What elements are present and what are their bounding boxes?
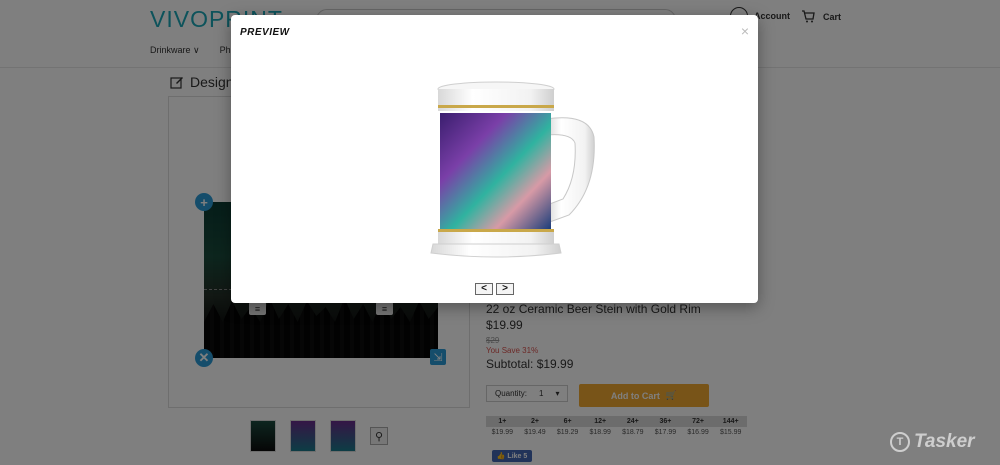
tasker-logo-icon: T bbox=[890, 432, 910, 452]
previous-button[interactable]: < bbox=[475, 283, 493, 295]
mug-preview-image bbox=[430, 81, 595, 258]
modal-title: PREVIEW bbox=[240, 27, 290, 38]
watermark: T Tasker bbox=[890, 431, 975, 453]
preview-modal: PREVIEW × < > bbox=[231, 15, 758, 303]
preview-pagination: < > bbox=[475, 283, 514, 295]
next-button[interactable]: > bbox=[496, 283, 514, 295]
close-icon[interactable]: × bbox=[741, 23, 749, 39]
watermark-text: Tasker bbox=[914, 431, 975, 452]
